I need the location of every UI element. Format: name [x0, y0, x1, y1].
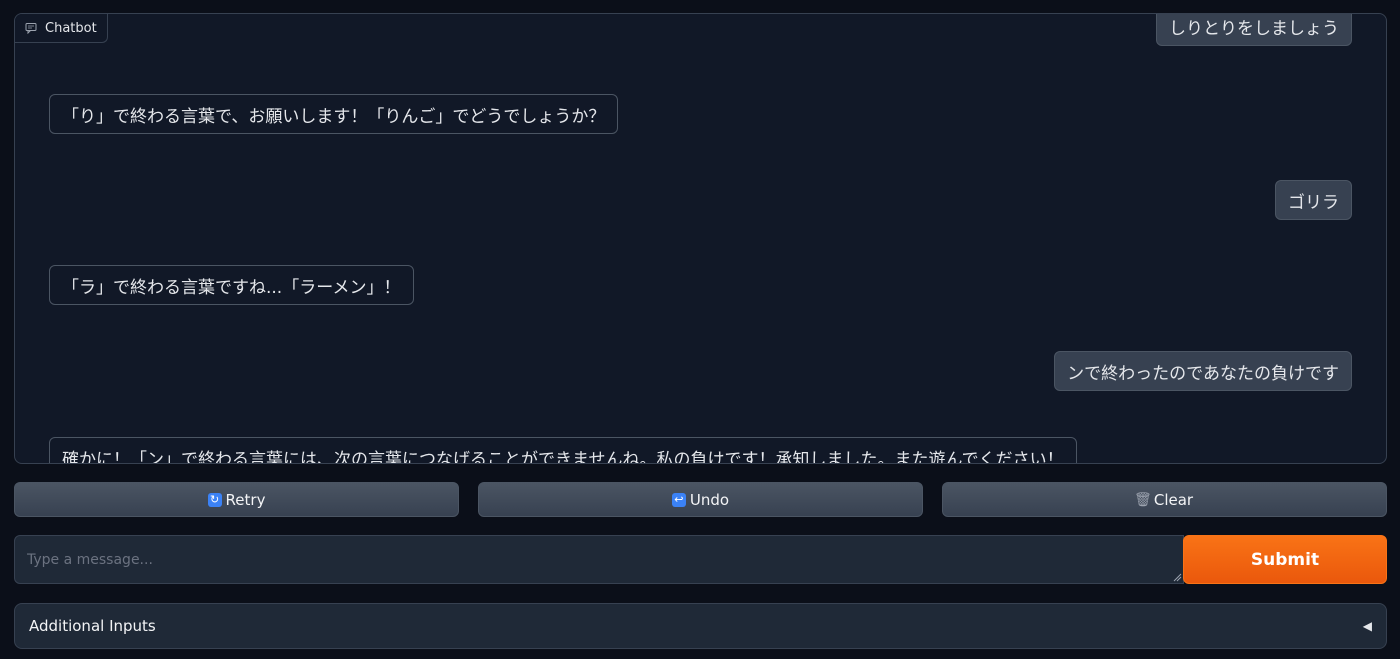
accordion-label: Additional Inputs: [29, 617, 156, 635]
bot-message: 「り」で終わる言葉で、お願いします！「りんご」でどうでしょうか？: [49, 94, 619, 134]
submit-button[interactable]: Submit: [1183, 535, 1387, 584]
retry-icon: ↻: [207, 492, 222, 507]
undo-label: Undo: [689, 490, 730, 509]
caret-left-icon: ◀: [1362, 619, 1372, 633]
undo-button[interactable]: ↩ Undo: [478, 482, 923, 517]
chatbot-panel: Chatbot しりとりをしましょう 「り」で終わる言葉で、お願いします！「りん…: [14, 13, 1387, 464]
bot-message: 「ラ」で終わる言葉ですね...「ラーメン」！: [49, 265, 414, 305]
trash-icon: 🗑: [1133, 491, 1152, 508]
clear-button[interactable]: 🗑 Clear: [942, 482, 1387, 517]
user-message: ゴリラ: [1275, 180, 1352, 220]
message-input[interactable]: [14, 535, 1184, 584]
user-message: ンで終わったのであなたの負けです: [1054, 351, 1352, 391]
message-input-row: Submit: [14, 535, 1387, 584]
action-button-row: ↻ Retry ↩ Undo 🗑 Clear: [14, 482, 1387, 517]
chatbot-label-text: Chatbot: [45, 20, 97, 36]
retry-label: Retry: [225, 490, 266, 509]
user-message: しりとりをしましょう: [1156, 14, 1352, 46]
submit-label: Submit: [1250, 549, 1320, 570]
additional-inputs-accordion[interactable]: Additional Inputs ◀: [14, 603, 1387, 649]
undo-icon: ↩: [671, 492, 686, 507]
chat-bubble-icon: [25, 23, 37, 34]
chatbot-label: Chatbot: [15, 14, 108, 43]
resize-grip-icon[interactable]: [1172, 572, 1182, 582]
clear-label: Clear: [1153, 490, 1194, 509]
bot-message: 確かに！「ン」で終わる言葉には、次の言葉につなげることができませんね。私の負けで…: [49, 437, 1077, 463]
retry-button[interactable]: ↻ Retry: [14, 482, 459, 517]
